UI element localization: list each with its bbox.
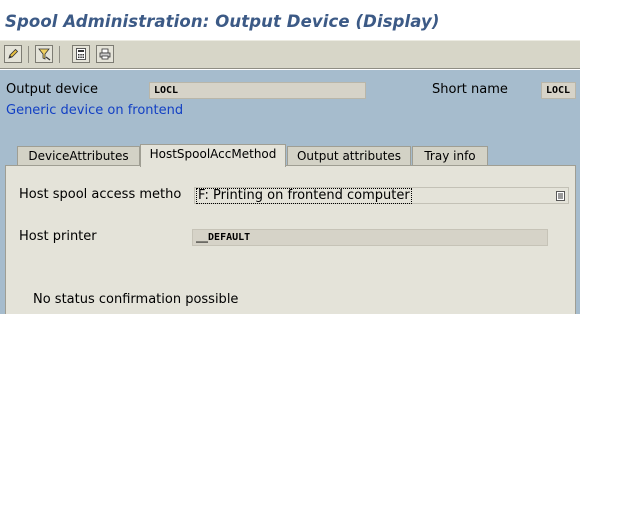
toolbar-separator — [59, 46, 60, 63]
filter-button[interactable] — [35, 45, 53, 63]
short-name-label: Short name — [432, 82, 508, 97]
calculator-icon — [76, 48, 86, 60]
dropdown-list-icon[interactable] — [555, 190, 566, 201]
tab-host-spool-acc-method[interactable]: HostSpoolAccMethod — [140, 144, 286, 167]
calculator-button[interactable] — [72, 45, 90, 63]
tab-output-attributes[interactable]: Output attributes — [287, 146, 411, 166]
output-device-label: Output device — [6, 82, 98, 97]
application-toolbar — [0, 40, 580, 69]
host-printer-label: Host printer — [19, 229, 97, 244]
funnel-icon — [37, 48, 50, 60]
printer-button[interactable] — [96, 45, 114, 63]
toolbar-separator — [28, 46, 29, 63]
window-title: Spool Administration: Output Device (Dis… — [5, 12, 440, 31]
output-device-field[interactable]: LOCL — [149, 82, 366, 99]
access-method-value: F: Printing on frontend computer — [196, 188, 412, 204]
short-name-field[interactable]: LOCL — [541, 82, 576, 99]
host-printer-field[interactable]: __DEFAULT — [192, 229, 548, 246]
tab-tray-info[interactable]: Tray info — [412, 146, 488, 166]
access-method-label: Host spool access metho — [19, 187, 182, 202]
printer-icon — [99, 48, 111, 60]
status-text: No status confirmation possible — [33, 292, 239, 307]
device-description: Generic device on frontend — [6, 103, 184, 118]
tab-device-attributes[interactable]: DeviceAttributes — [17, 146, 140, 166]
change-display-button[interactable] — [4, 45, 22, 63]
access-method-dropdown[interactable]: F: Printing on frontend computer — [194, 187, 569, 204]
pencil-icon — [8, 48, 19, 59]
